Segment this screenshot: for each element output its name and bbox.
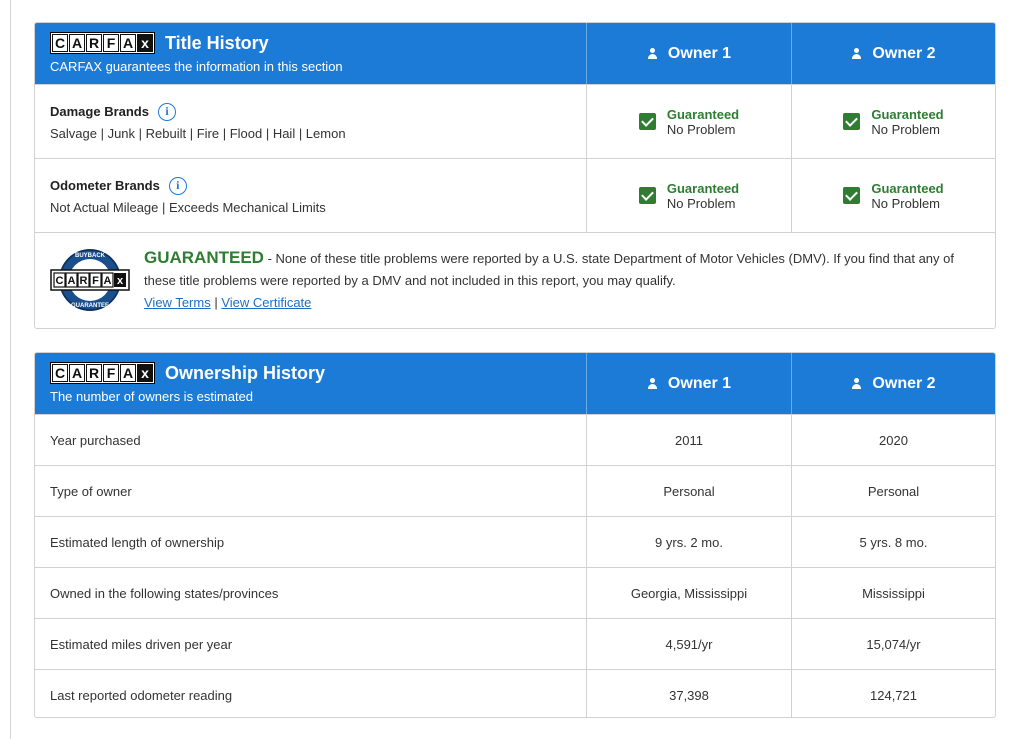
svg-text:BUYBACK: BUYBACK bbox=[75, 253, 106, 259]
person-icon bbox=[851, 378, 862, 389]
svg-text:C: C bbox=[56, 275, 64, 287]
person-icon bbox=[647, 48, 658, 59]
svg-text:R: R bbox=[80, 275, 88, 287]
section-title: Ownership History bbox=[165, 362, 326, 383]
checkmark-icon bbox=[638, 187, 656, 204]
table-row: Estimated length of ownership 9 yrs. 2 m… bbox=[35, 516, 995, 567]
buyback-guarantee-notice: CAR FAx BUYBACK GUARANTEE GUARANTEED - N… bbox=[35, 232, 995, 328]
view-certificate-link[interactable]: View Certificate bbox=[221, 295, 311, 310]
person-icon bbox=[851, 48, 862, 59]
table-row: Type of owner Personal Personal bbox=[35, 465, 995, 516]
checkmark-icon bbox=[843, 187, 861, 204]
view-terms-link[interactable]: View Terms bbox=[144, 295, 211, 310]
owner-1-damage-status: Guaranteed No Problem bbox=[587, 85, 791, 158]
buyback-guarantee-seal-icon: CAR FAx BUYBACK GUARANTEE bbox=[50, 249, 130, 311]
owner-1-column-header: Owner 1 bbox=[587, 353, 791, 414]
info-icon[interactable]: i bbox=[157, 102, 176, 121]
damage-brands-row: Damage Brands i Salvage | Junk | Rebuilt … bbox=[35, 84, 995, 158]
carfax-logo: CARFAx bbox=[50, 362, 155, 384]
damage-brands-label: Damage Brands bbox=[50, 104, 149, 119]
ownership-history-header: CARFAx Ownership History The number of o… bbox=[35, 353, 995, 414]
owner-1-column-header: Owner 1 bbox=[587, 23, 791, 84]
damage-brands-description: Salvage | Junk | Rebuilt | Fire | Flood … bbox=[50, 125, 346, 141]
odometer-brands-description: Not Actual Mileage | Exceeds Mechanical … bbox=[50, 199, 326, 215]
table-row: Owned in the following states/provinces … bbox=[35, 567, 995, 618]
table-row: Year purchased 2011 2020 bbox=[35, 414, 995, 465]
checkmark-icon bbox=[638, 113, 656, 130]
owner-2-column-header: Owner 2 bbox=[791, 353, 995, 414]
person-icon bbox=[647, 378, 658, 389]
owner-2-odometer-status: Guaranteed No Problem bbox=[791, 159, 995, 232]
svg-text:x: x bbox=[117, 275, 124, 287]
ownership-history-section: CARFAx Ownership History The number of o… bbox=[34, 352, 996, 718]
owner-1-odometer-status: Guaranteed No Problem bbox=[587, 159, 791, 232]
svg-text:F: F bbox=[92, 275, 99, 287]
title-history-section: CARFAx Title History CARFAX guarantees t… bbox=[34, 22, 996, 329]
title-history-header: CARFAx Title History CARFAX guarantees t… bbox=[35, 23, 995, 84]
svg-text:A: A bbox=[68, 275, 76, 287]
info-icon[interactable]: i bbox=[168, 176, 187, 195]
page-left-border bbox=[10, 0, 11, 739]
table-row: Estimated miles driven per year 4,591/yr… bbox=[35, 618, 995, 669]
owner-2-damage-status: Guaranteed No Problem bbox=[791, 85, 995, 158]
svg-text:GUARANTEE: GUARANTEE bbox=[71, 303, 109, 309]
owner-2-column-header: Owner 2 bbox=[791, 23, 995, 84]
odometer-brands-row: Odometer Brands i Not Actual Mileage | Ex… bbox=[35, 158, 995, 232]
guarantee-text: - None of these title problems were repo… bbox=[144, 251, 954, 288]
checkmark-icon bbox=[843, 113, 861, 130]
table-row: Last reported odometer reading 37,398 12… bbox=[35, 669, 995, 717]
svg-text:A: A bbox=[104, 275, 112, 287]
section-subtitle: The number of owners is estimated bbox=[50, 389, 254, 404]
section-subtitle: CARFAX guarantees the information in thi… bbox=[50, 59, 343, 74]
section-title: Title History bbox=[165, 32, 269, 53]
guarantee-heading: GUARANTEED bbox=[144, 248, 264, 267]
odometer-brands-label: Odometer Brands bbox=[50, 178, 160, 193]
carfax-logo: CARFAx bbox=[50, 32, 155, 54]
